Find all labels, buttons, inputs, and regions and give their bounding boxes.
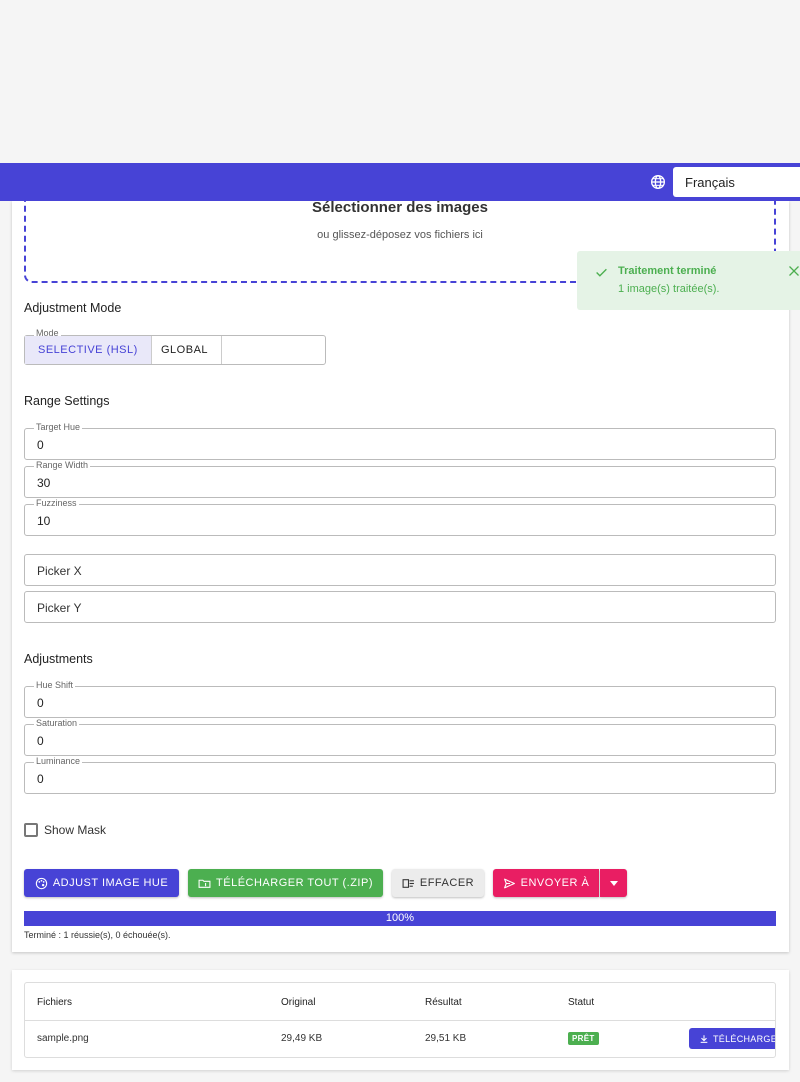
download-row-label: TÉLÉCHARGER <box>713 1033 775 1044</box>
clear-button[interactable]: EFFACER <box>392 869 484 897</box>
header-original: Original <box>281 997 316 1008</box>
target-hue-field[interactable]: Target Hue 0 <box>24 422 776 460</box>
mode-toggle-group: Mode SELECTIVE (HSL) GLOBAL <box>24 328 326 365</box>
send-to-button[interactable]: ENVOYER À <box>493 869 599 897</box>
zip-button-label: TÉLÉCHARGER TOUT (.ZIP) <box>216 877 373 889</box>
main-card: Sélectionner des images ou glissez-dépos… <box>12 191 789 952</box>
luminance-label: Luminance <box>34 756 83 766</box>
palette-icon <box>35 877 47 889</box>
hue-shift-value: 0 <box>37 696 44 710</box>
luminance-value: 0 <box>37 772 44 786</box>
adjust-button-label: ADJUST IMAGE HUE <box>52 877 169 889</box>
adjustments-title: Adjustments <box>24 652 93 666</box>
download-icon <box>700 1034 708 1043</box>
table-divider <box>25 1020 775 1021</box>
caret-down-icon <box>609 880 618 886</box>
show-mask-checkbox[interactable] <box>24 823 38 837</box>
clear-button-label: EFFACER <box>419 877 475 889</box>
send-icon <box>503 878 515 888</box>
globe-icon[interactable] <box>650 174 666 190</box>
range-width-label: Range Width <box>34 460 91 470</box>
app-bar: Français <box>0 163 800 201</box>
hue-shift-field[interactable]: Hue Shift 0 <box>24 680 776 718</box>
range-width-value: 30 <box>37 476 51 490</box>
clear-all-icon <box>402 878 414 888</box>
show-mask-label: Show Mask <box>44 823 107 837</box>
fuzziness-label: Fuzziness <box>34 498 79 508</box>
toast-message: 1 image(s) traitée(s). <box>618 283 720 295</box>
target-hue-value: 0 <box>37 438 44 452</box>
download-row-button[interactable]: TÉLÉCHARGER <box>689 1028 775 1049</box>
mode-selective-button[interactable]: SELECTIVE (HSL) <box>25 336 152 364</box>
download-zip-button[interactable]: TÉLÉCHARGER TOUT (.ZIP) <box>188 869 383 897</box>
luminance-field[interactable]: Luminance 0 <box>24 756 776 794</box>
fuzziness-value: 10 <box>37 514 51 528</box>
mode-global-button[interactable]: GLOBAL <box>148 336 223 364</box>
language-select[interactable]: Français <box>673 167 800 197</box>
picker-y-placeholder: Picker Y <box>37 601 82 615</box>
cell-file-name: sample.png <box>37 1033 89 1044</box>
status-badge: PRÊT <box>568 1032 599 1045</box>
check-icon <box>596 268 607 277</box>
range-width-field[interactable]: Range Width 30 <box>24 460 776 498</box>
hue-shift-label: Hue Shift <box>34 680 76 690</box>
saturation-field[interactable]: Saturation 0 <box>24 718 776 756</box>
files-table: Fichiers Original Résultat Statut sample… <box>24 982 776 1058</box>
progress-label: 100% <box>385 912 415 924</box>
dropzone-title: Sélectionner des images <box>312 199 488 216</box>
progress-status: Terminé : 1 réussie(s), 0 échouée(s). <box>24 930 171 940</box>
saturation-label: Saturation <box>34 718 80 728</box>
files-card: Fichiers Original Résultat Statut sample… <box>12 970 789 1070</box>
header-status: Statut <box>568 997 595 1008</box>
progress-bar: 100% <box>24 911 776 926</box>
dropzone-subtitle: ou glissez-déposez vos fichiers ici <box>317 229 483 241</box>
picker-x-placeholder: Picker X <box>37 564 82 578</box>
picker-x-field[interactable]: Picker X <box>24 554 776 586</box>
picker-y-field[interactable]: Picker Y <box>24 591 776 623</box>
send-to-dropdown-button[interactable] <box>600 869 627 897</box>
toast-title: Traitement terminé <box>618 265 717 277</box>
range-settings-title: Range Settings <box>24 394 110 408</box>
header-result: Résultat <box>425 997 462 1008</box>
folder-zip-icon <box>198 879 211 888</box>
cell-original-size: 29,49 KB <box>281 1033 323 1044</box>
target-hue-label: Target Hue <box>34 422 83 432</box>
adjustment-mode-title: Adjustment Mode <box>24 301 122 315</box>
adjust-image-hue-button[interactable]: ADJUST IMAGE HUE <box>24 869 179 897</box>
fuzziness-field[interactable]: Fuzziness 10 <box>24 498 776 536</box>
send-button-label: ENVOYER À <box>520 877 590 889</box>
success-toast: Traitement terminé 1 image(s) traitée(s)… <box>577 251 800 310</box>
close-icon[interactable] <box>788 265 800 277</box>
saturation-value: 0 <box>37 734 44 748</box>
cell-result-size: 29,51 KB <box>425 1033 467 1044</box>
header-files: Fichiers <box>37 997 73 1008</box>
